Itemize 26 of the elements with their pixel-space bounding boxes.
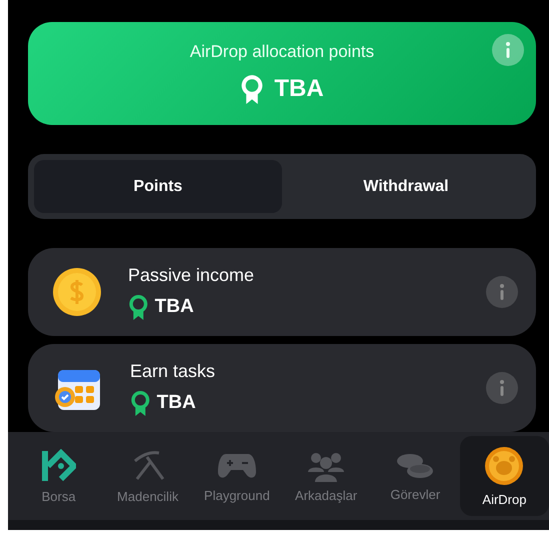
row-title: Earn tasks <box>130 360 216 382</box>
row-title: Passive income <box>128 264 256 286</box>
medal-icon <box>240 74 264 104</box>
row-value: TBA <box>156 392 196 414</box>
nav-item[interactable]: Borsa <box>14 436 104 516</box>
medal-icon <box>130 390 151 416</box>
info-icon <box>498 380 506 396</box>
medal-icon <box>128 294 149 320</box>
nav-item[interactable]: Madencilik <box>103 436 192 516</box>
hamster-coin-icon <box>484 446 524 486</box>
nav-item[interactable]: Arkadaşlar <box>282 436 371 516</box>
logo-icon <box>42 448 76 482</box>
nav-item[interactable]: Playground <box>192 436 282 516</box>
nav-item[interactable]: Görevler <box>370 436 460 516</box>
points-value: TBA <box>274 75 324 103</box>
tab[interactable]: Withdrawal <box>282 160 530 213</box>
row-value: TBA <box>154 296 194 318</box>
tab[interactable]: Points <box>34 160 282 213</box>
info-button[interactable] <box>492 34 524 66</box>
card-title: AirDrop allocation points <box>190 42 374 62</box>
nav-item[interactable]: AirDrop <box>460 436 549 516</box>
info-button[interactable] <box>486 276 518 308</box>
dollar-coin-icon <box>52 267 102 317</box>
info-button[interactable] <box>486 372 518 404</box>
info-icon <box>498 284 506 300</box>
info-icon <box>504 42 512 58</box>
